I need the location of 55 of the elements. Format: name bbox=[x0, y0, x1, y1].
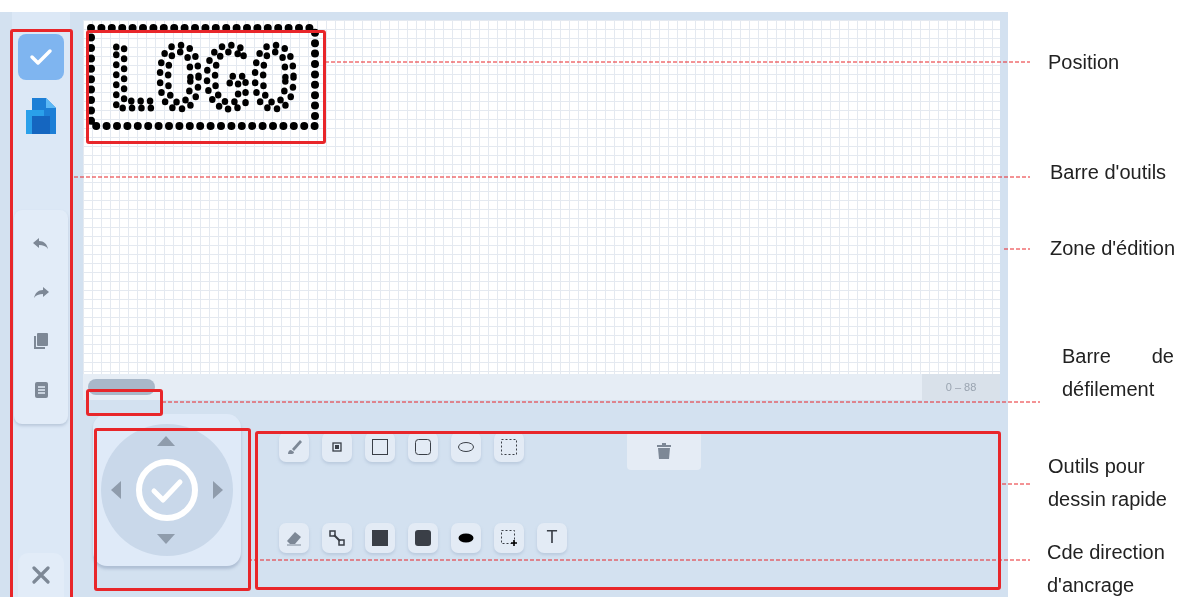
delete-button[interactable] bbox=[627, 432, 701, 470]
line-tool-button[interactable] bbox=[322, 522, 352, 553]
logo[interactable]: LOGO bbox=[85, 22, 321, 132]
dashed-selection-plus-icon bbox=[501, 529, 517, 546]
filled-rectangle-icon bbox=[372, 529, 388, 546]
close-icon bbox=[32, 566, 50, 584]
annotation-label: Barre de défilement bbox=[1062, 344, 1174, 402]
left-arrow-button[interactable] bbox=[111, 481, 121, 499]
range-label: 0 – 88 bbox=[922, 374, 1000, 400]
down-arrow-button[interactable] bbox=[157, 534, 175, 544]
annotation-label: Cde direction d'ancrage bbox=[1047, 540, 1166, 597]
right-arrow-icon bbox=[213, 481, 223, 499]
filled-rounded-rectangle-tool-button[interactable] bbox=[408, 522, 438, 553]
ellipse-icon bbox=[458, 439, 474, 455]
editing-canvas[interactable]: LOGO 0 – 88 bbox=[83, 20, 1000, 400]
leader-line bbox=[1003, 248, 1031, 250]
rounded-rectangle-icon bbox=[415, 439, 431, 455]
down-arrow-icon bbox=[157, 534, 175, 544]
right-arrow-button[interactable] bbox=[213, 481, 223, 499]
annotation-label: Position bbox=[1048, 50, 1121, 75]
check-circle-icon bbox=[135, 458, 199, 522]
rounded-rectangle-tool-button[interactable] bbox=[408, 432, 438, 462]
point-tool-button[interactable] bbox=[322, 432, 352, 462]
brush-icon bbox=[286, 439, 302, 455]
filled-ellipse-tool-button[interactable] bbox=[451, 522, 481, 553]
document-icon bbox=[34, 381, 48, 398]
rectangle-icon bbox=[372, 439, 388, 455]
trash-icon bbox=[657, 443, 671, 459]
filled-rectangle-tool-button[interactable] bbox=[365, 522, 395, 553]
annotation-label: Barre d'outils bbox=[1050, 160, 1168, 185]
eraser-tool-button[interactable] bbox=[279, 522, 309, 553]
file-app-icon[interactable] bbox=[24, 96, 58, 136]
text-tool-button[interactable]: T bbox=[537, 522, 567, 553]
line-connector-icon bbox=[329, 529, 345, 546]
up-arrow-button[interactable] bbox=[157, 436, 175, 446]
filled-rounded-rectangle-icon bbox=[415, 529, 431, 546]
annotation-label: Outils pour dessin rapide bbox=[1048, 454, 1168, 512]
leader-line bbox=[1001, 483, 1031, 485]
left-arrow-icon bbox=[111, 481, 121, 499]
add-selection-tool-button[interactable] bbox=[494, 522, 524, 553]
confirm-button[interactable] bbox=[18, 34, 64, 80]
selection-tool-button[interactable] bbox=[494, 432, 524, 462]
copy-icon bbox=[34, 333, 48, 350]
eraser-icon bbox=[286, 529, 302, 546]
check-icon bbox=[29, 48, 53, 66]
close-button[interactable] bbox=[18, 553, 64, 597]
undo-icon bbox=[33, 238, 49, 251]
ellipse-tool-button[interactable] bbox=[451, 432, 481, 462]
rectangle-tool-button[interactable] bbox=[365, 432, 395, 462]
square-point-icon bbox=[329, 439, 345, 455]
dashed-selection-icon bbox=[501, 439, 517, 455]
brush-tool-button[interactable] bbox=[279, 432, 309, 462]
redo-icon bbox=[33, 286, 49, 299]
annotation-label: Zone d'édition bbox=[1050, 236, 1177, 261]
up-arrow-icon bbox=[157, 436, 175, 446]
